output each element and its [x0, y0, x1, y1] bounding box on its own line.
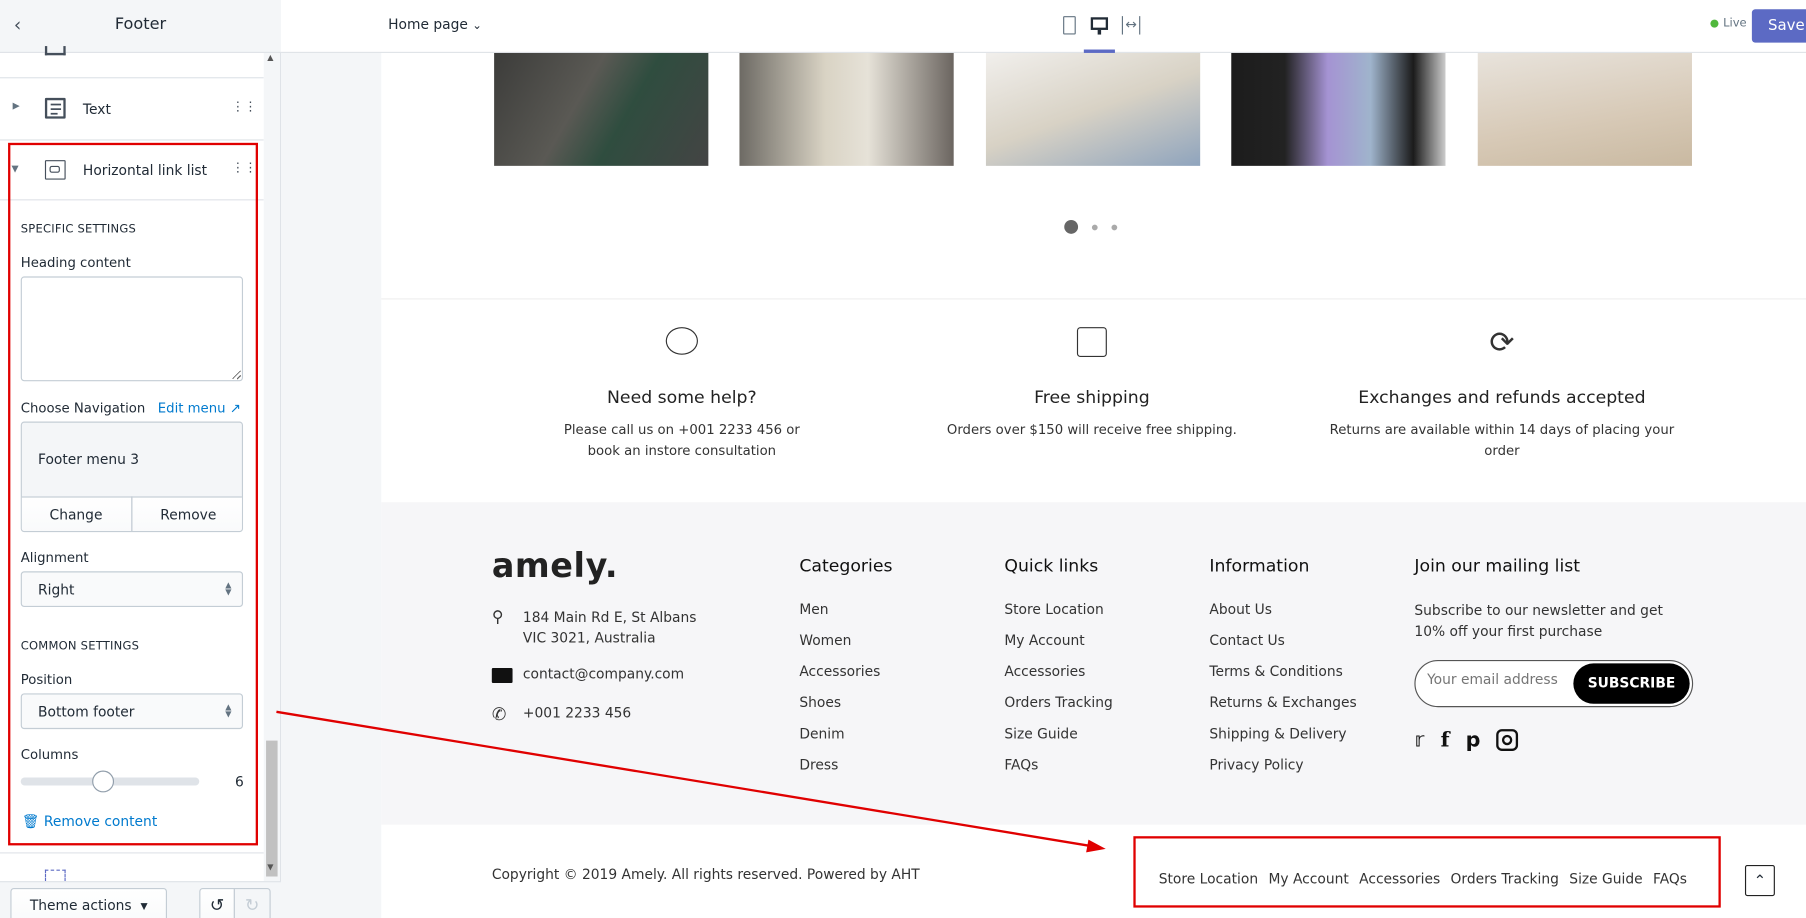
annotation-arrow — [276, 710, 1106, 853]
